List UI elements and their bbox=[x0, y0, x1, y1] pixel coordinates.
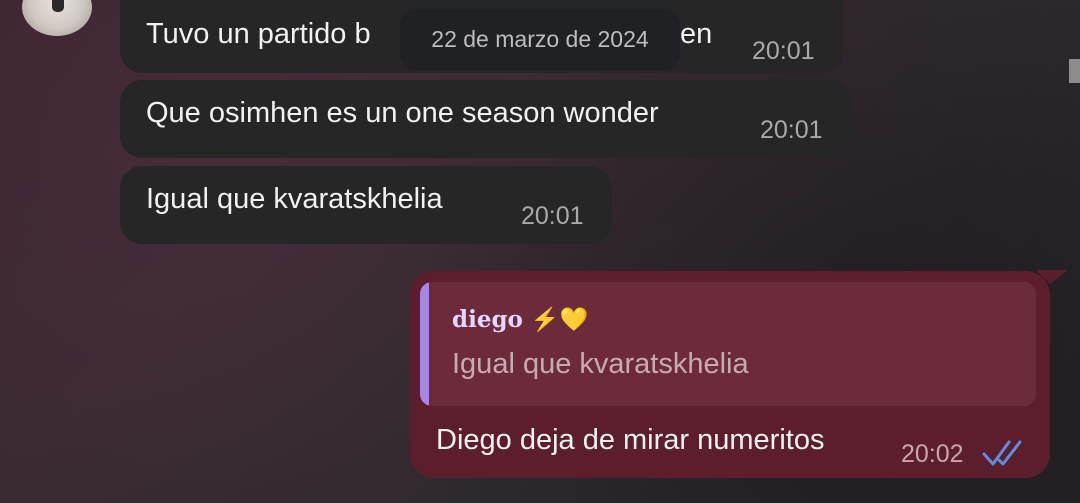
date-label: 22 de marzo de 2024 bbox=[431, 26, 649, 52]
message-text: en bbox=[680, 18, 713, 50]
message-time: 20:01 bbox=[760, 116, 823, 144]
scrollbar-thumb[interactable] bbox=[1069, 59, 1080, 83]
message-text: Que osimhen es un one season wonder bbox=[146, 97, 659, 129]
message-text: Tuvo un partido b bbox=[146, 18, 371, 50]
reply-sender-name: diego bbox=[452, 306, 523, 333]
reply-sender: diego ⚡💛 bbox=[452, 306, 588, 333]
bubble-tail bbox=[1036, 270, 1068, 284]
date-pill: 22 de marzo de 2024 bbox=[400, 9, 680, 70]
message-time: 20:01 bbox=[752, 37, 815, 65]
reply-quote[interactable]: diego ⚡💛 Igual que kvaratskhelia bbox=[420, 282, 1036, 406]
avatar-figure bbox=[52, 0, 64, 12]
message-text: Igual que kvaratskhelia bbox=[146, 183, 443, 215]
outgoing-message-time: 20:02 bbox=[901, 440, 964, 468]
reply-accent-bar bbox=[420, 282, 429, 406]
message-time: 20:01 bbox=[521, 202, 584, 230]
double-check-icon bbox=[982, 440, 1022, 466]
reply-text: Igual que kvaratskhelia bbox=[452, 348, 749, 380]
outgoing-message-text: Diego deja de mirar numeritos bbox=[436, 424, 825, 456]
reply-sender-emojis: ⚡💛 bbox=[530, 306, 589, 333]
